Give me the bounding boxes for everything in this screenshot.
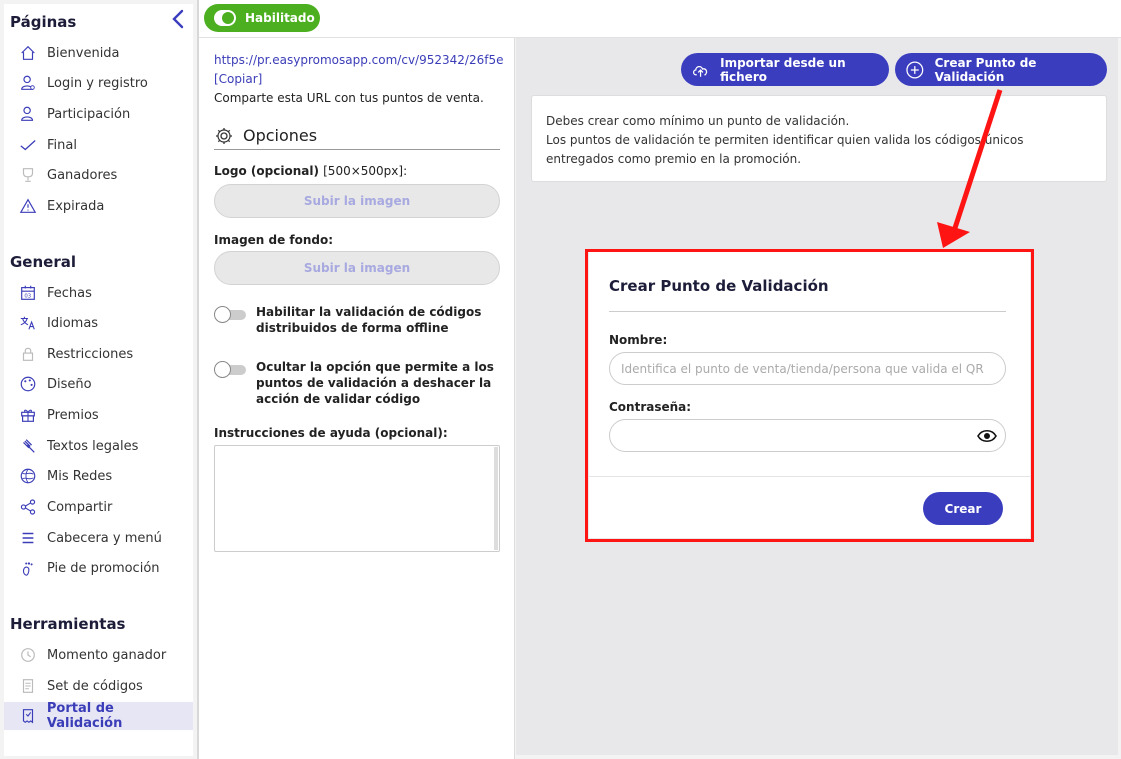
sidebar-item-momento-ganador[interactable]: Momento ganador: [4, 641, 193, 669]
sidebar-item-label: Expirada: [47, 198, 105, 214]
sidebar-item-login[interactable]: Login y registro: [4, 69, 193, 97]
sidebar-item-label: Mis Redes: [47, 468, 113, 484]
upload-logo-button[interactable]: Subir la imagen: [214, 184, 500, 218]
globe-icon: [18, 466, 38, 486]
config-panel: https://pr.easypromosapp.com/cv/952342/2…: [199, 38, 515, 759]
sidebar-item-diseno[interactable]: Diseño: [4, 370, 193, 398]
sidebar-item-restricciones[interactable]: Restricciones: [4, 340, 193, 368]
cloud-upload-icon: [693, 65, 708, 77]
section-title-paginas: Páginas: [10, 13, 77, 31]
sidebar-item-expirada[interactable]: Expirada: [4, 192, 193, 220]
status-toggle[interactable]: Habilitado: [204, 4, 320, 32]
sidebar-item-ganadores[interactable]: Ganadores: [4, 161, 193, 189]
logo-label-text: Logo (opcional): [214, 164, 319, 178]
sidebar-item-label: Pie de promoción: [47, 560, 160, 576]
sidebar-item-pie-promocion[interactable]: Pie de promoción: [4, 554, 193, 582]
logo-size-hint: [500×500px]:: [323, 164, 408, 178]
options-title: Opciones: [243, 126, 318, 145]
trophy-icon: [18, 165, 38, 185]
help-label: Instrucciones de ayuda (opcional):: [214, 426, 448, 440]
gift-icon: [18, 405, 38, 425]
plus-circle-icon: [906, 61, 924, 78]
share-hint: Comparte esta URL con tus puntos de vent…: [214, 91, 484, 105]
sidebar-item-label: Cabecera y menú: [47, 530, 162, 546]
section-title-general: General: [10, 253, 76, 271]
share-icon: [18, 497, 38, 517]
sidebar-item-premios[interactable]: Premios: [4, 401, 193, 429]
sidebar-item-label: Set de códigos: [47, 678, 143, 694]
copy-url-link[interactable]: [Copiar]: [214, 72, 262, 86]
sidebar-item-label: Diseño: [47, 376, 92, 392]
section-title-herramientas: Herramientas: [10, 615, 126, 633]
ticket-icon: [18, 706, 38, 726]
menu-icon: [18, 528, 38, 548]
sidebar-item-label: Premios: [47, 407, 99, 423]
sidebar-item-label: Textos legales: [47, 438, 139, 454]
sidebar-item-label: Restricciones: [47, 346, 134, 362]
create-validation-point-label: Crear Punto de Validación: [934, 55, 1037, 84]
sidebar-item-label: Portal de Validación: [46, 701, 123, 731]
sidebar-item-label: Fechas: [47, 285, 92, 301]
info-message: Debes crear como mínimo un punto de vali…: [531, 95, 1107, 182]
sidebar-item-label: Participación: [47, 106, 131, 122]
gavel-icon: [18, 436, 38, 456]
textarea-scrollbar[interactable]: [494, 447, 498, 550]
hide-undo-label: Ocultar la opción que permite a los punt…: [256, 360, 494, 406]
clock-icon: [18, 645, 38, 665]
user-participation-icon: [18, 104, 38, 124]
offline-validation-switch[interactable]: [214, 306, 247, 323]
codes-icon: [18, 676, 38, 696]
collapse-chevron-icon[interactable]: [170, 9, 186, 29]
sidebar-item-label: Idiomas: [47, 315, 99, 331]
svg-text:03: 03: [24, 294, 31, 300]
status-label: Habilitado: [245, 11, 315, 25]
palette-icon: [18, 374, 38, 394]
sidebar-item-participacion[interactable]: Participación: [4, 100, 193, 128]
user-login-icon: [18, 73, 38, 93]
background-label: Imagen de fondo:: [214, 233, 334, 247]
import-file-button[interactable]: Importar desde un fichero: [681, 53, 889, 86]
help-textarea[interactable]: [214, 445, 500, 552]
hide-undo-switch[interactable]: [214, 361, 247, 378]
sidebar: Páginas Bienvenida Login y registro Part…: [4, 4, 193, 756]
highlight-frame: [585, 249, 1034, 542]
sidebar-item-label: Compartir: [47, 499, 113, 515]
footprint-icon: [18, 558, 38, 578]
sidebar-item-bienvenida[interactable]: Bienvenida: [4, 39, 193, 67]
sidebar-item-idiomas[interactable]: Idiomas: [4, 309, 193, 337]
sidebar-item-compartir[interactable]: Compartir: [4, 493, 193, 521]
sidebar-item-label: Ganadores: [47, 167, 118, 183]
sidebar-item-fechas[interactable]: 03 Fechas: [4, 279, 193, 307]
top-bar: Habilitado: [199, 0, 1121, 38]
sidebar-item-mis-redes[interactable]: Mis Redes: [4, 462, 193, 490]
sidebar-item-label: Final: [47, 137, 77, 153]
offline-validation-row: Habilitar la validación de códigos distr…: [214, 304, 504, 336]
sidebar-item-portal-validacion[interactable]: Portal de Validación: [4, 701, 193, 731]
import-file-label: Importar desde un fichero: [720, 55, 846, 84]
gear-icon: [216, 127, 232, 144]
sidebar-item-label: Momento ganador: [47, 647, 167, 663]
upload-background-button[interactable]: Subir la imagen: [214, 251, 500, 285]
translate-icon: [18, 313, 38, 333]
options-header: Opciones: [214, 122, 500, 150]
calendar-icon: 03: [18, 283, 38, 303]
offline-validation-label: Habilitar la validación de códigos distr…: [256, 305, 482, 335]
lock-icon: [18, 344, 38, 364]
sidebar-item-label: Login y registro: [47, 75, 148, 91]
create-validation-point-button[interactable]: Crear Punto de Validación: [895, 53, 1107, 86]
sidebar-item-textos-legales[interactable]: Textos legales: [4, 432, 193, 460]
logo-label: Logo (opcional) [500×500px]:: [214, 164, 407, 178]
check-icon: [18, 135, 38, 155]
sidebar-item-set-codigos[interactable]: Set de códigos: [4, 672, 193, 700]
info-text: Debes crear como mínimo un punto de vali…: [546, 114, 1024, 166]
sidebar-item-cabecera[interactable]: Cabecera y menú: [4, 524, 193, 552]
toggle-knob-icon: [214, 10, 236, 26]
sidebar-item-label: Bienvenida: [47, 45, 120, 61]
warning-icon: [18, 196, 38, 216]
house-icon: [18, 43, 38, 63]
hide-undo-row: Ocultar la opción que permite a los punt…: [214, 359, 504, 407]
sidebar-item-final[interactable]: Final: [4, 131, 193, 159]
portal-url-link[interactable]: https://pr.easypromosapp.com/cv/952342/2…: [214, 53, 504, 67]
